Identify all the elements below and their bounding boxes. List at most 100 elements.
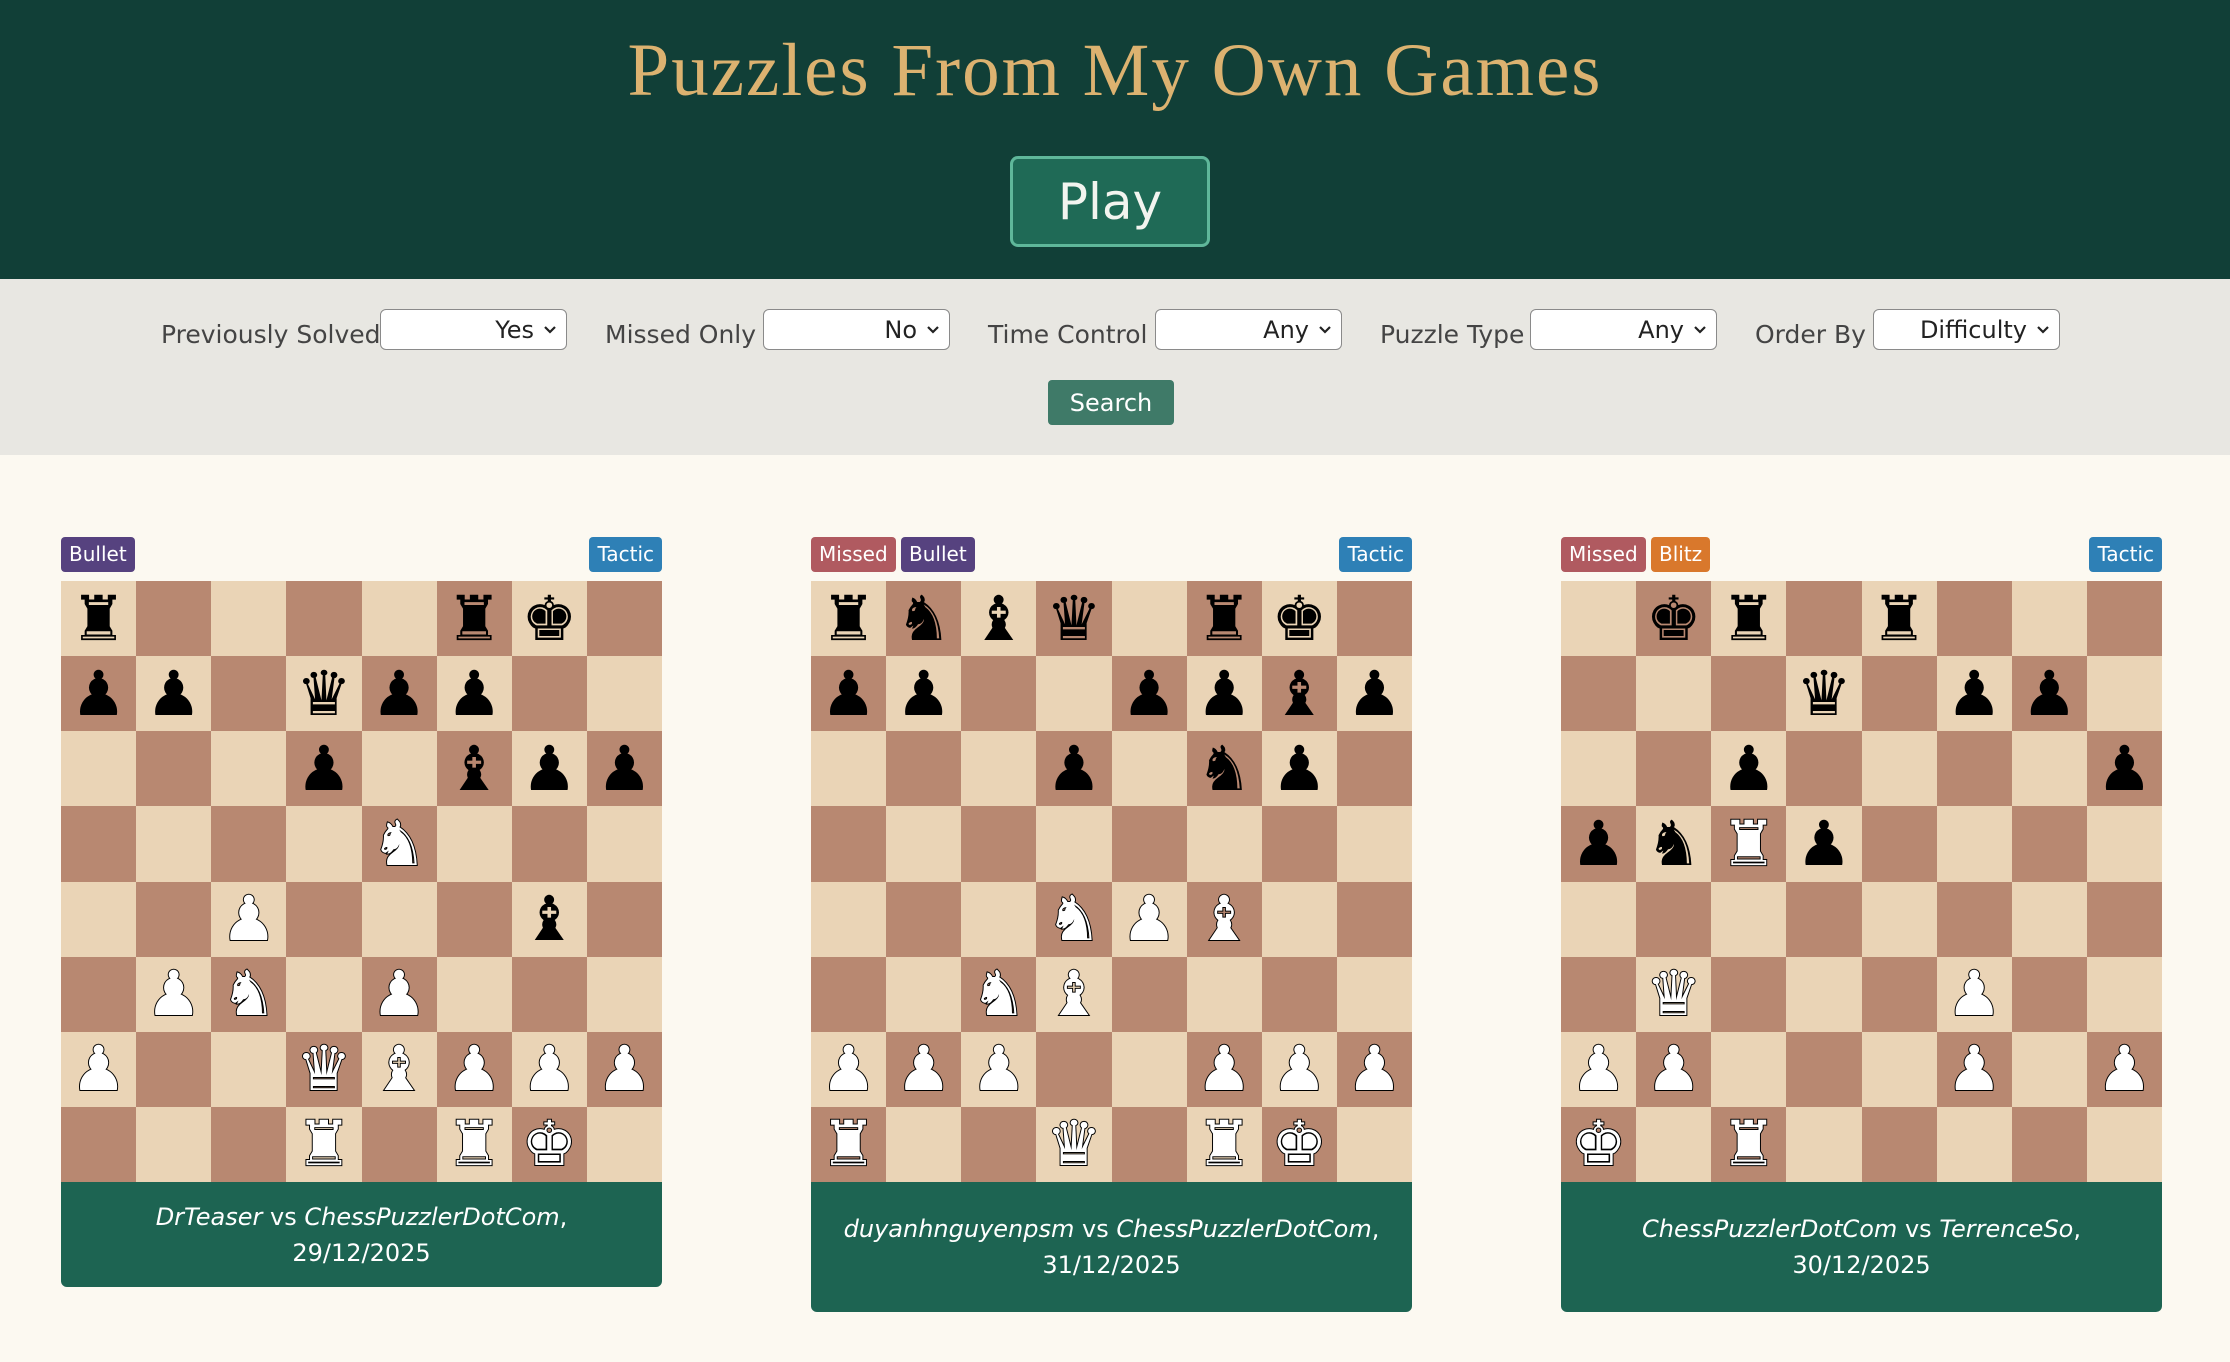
board-square[interactable]: ♟ [1936,956,2012,1032]
board-square[interactable] [2086,956,2162,1032]
board-square[interactable] [886,731,962,807]
board-square[interactable] [886,806,962,882]
board-square[interactable] [436,956,512,1032]
black-bishop-icon[interactable]: ♝ [522,888,578,950]
board-square[interactable]: ♜ [61,581,137,657]
board-square[interactable]: ♟ [286,731,362,807]
board-square[interactable] [1861,656,1937,732]
board-square[interactable] [1111,1106,1187,1182]
black-pawn-icon[interactable]: ♟ [71,662,127,725]
black-king-icon[interactable]: ♚ [1272,587,1328,650]
white-rook-icon[interactable]: ♜ [1720,1112,1778,1176]
board-square[interactable]: ♟ [811,1031,887,1107]
black-pawn-icon[interactable]: ♟ [896,662,952,725]
board-square[interactable]: ♝ [361,1031,437,1107]
board-square[interactable]: ♟ [586,731,662,807]
board-square[interactable] [1636,731,1712,807]
black-rook-icon[interactable]: ♜ [1721,587,1777,650]
board-square[interactable]: ♜ [1186,1106,1262,1182]
board-square[interactable]: ♟ [1636,1031,1712,1107]
white-bishop-icon[interactable]: ♝ [1045,962,1103,1026]
board-square[interactable] [211,1106,287,1182]
board-square[interactable]: ♟ [1936,656,2012,732]
board-square[interactable]: ♟ [361,656,437,732]
board-square[interactable]: ♝ [961,581,1037,657]
board-square[interactable]: ♜ [436,1106,512,1182]
board-square[interactable] [1786,956,1862,1032]
board-square[interactable] [1861,1031,1937,1107]
white-queen-icon[interactable]: ♛ [295,1037,353,1101]
white-knight-icon[interactable]: ♞ [1045,887,1103,951]
game-caption[interactable]: DrTeaser vs ChessPuzzlerDotCom, 29/12/20… [61,1182,662,1287]
board-square[interactable] [1861,806,1937,882]
white-pawn-icon[interactable]: ♟ [1195,1037,1253,1101]
board-square[interactable] [61,881,137,957]
board-square[interactable] [361,881,437,957]
black-pawn-icon[interactable]: ♟ [1046,737,1102,800]
board-square[interactable]: ♝ [436,731,512,807]
board-square[interactable] [511,656,587,732]
board-square[interactable] [1786,1031,1862,1107]
board-square[interactable] [361,1106,437,1182]
black-pawn-icon[interactable]: ♟ [597,737,653,800]
white-pawn-icon[interactable]: ♟ [1120,887,1178,951]
board-square[interactable]: ♛ [1786,656,1862,732]
black-king-icon[interactable]: ♚ [1646,587,1702,650]
board-square[interactable] [436,881,512,957]
board-square[interactable] [886,1106,962,1182]
board-square[interactable] [1111,1031,1187,1107]
board-square[interactable] [1336,881,1412,957]
board-square[interactable] [1261,956,1337,1032]
board-square[interactable] [1336,581,1412,657]
board-square[interactable] [136,806,212,882]
board-square[interactable]: ♜ [286,1106,362,1182]
search-button[interactable]: Search [1048,380,1174,425]
black-rook-icon[interactable]: ♜ [446,587,502,650]
board-square[interactable] [136,1031,212,1107]
board-square[interactable]: ♛ [286,656,362,732]
black-bishop-icon[interactable]: ♝ [971,587,1027,650]
black-rook-icon[interactable]: ♜ [1871,587,1927,650]
board-square[interactable] [211,581,287,657]
white-rook-icon[interactable]: ♜ [295,1112,353,1176]
white-bishop-icon[interactable]: ♝ [370,1037,428,1101]
board-square[interactable] [961,881,1037,957]
board-square[interactable] [1336,806,1412,882]
board-square[interactable]: ♜ [811,581,887,657]
board-square[interactable]: ♟ [1561,1031,1637,1107]
black-queen-icon[interactable]: ♛ [296,662,352,725]
board-square[interactable] [1111,806,1187,882]
time-control-select[interactable]: Any [1155,309,1342,350]
board-square[interactable]: ♟ [511,731,587,807]
board-square[interactable] [1561,956,1637,1032]
white-pawn-icon[interactable]: ♟ [1945,1037,2003,1101]
board-square[interactable]: ♟ [136,656,212,732]
board-square[interactable] [1561,881,1637,957]
board-square[interactable] [811,956,887,1032]
board-square[interactable]: ♝ [1186,881,1262,957]
black-pawn-icon[interactable]: ♟ [1347,662,1403,725]
board-square[interactable]: ♚ [1261,1106,1337,1182]
board-square[interactable] [1561,731,1637,807]
white-rook-icon[interactable]: ♜ [445,1112,503,1176]
board-square[interactable] [1936,1106,2012,1182]
board-square[interactable] [2086,1106,2162,1182]
board-square[interactable]: ♛ [1036,1106,1112,1182]
board-square[interactable] [211,1031,287,1107]
puzzle-type-select[interactable]: Any [1530,309,1717,350]
chess-board[interactable]: ♚ ♜ ♜ ♛ ♟ ♟ ♟ ♟ ♟ ♞ ♜ ♟ ♛ ♟ ♟ ♟ ♟ ♟ ♚ ♜ [1561,581,2162,1182]
black-knight-icon[interactable]: ♞ [896,587,952,650]
board-square[interactable] [1036,806,1112,882]
board-square[interactable] [2011,581,2087,657]
board-square[interactable]: ♟ [1336,656,1412,732]
board-square[interactable]: ♟ [811,656,887,732]
board-square[interactable] [586,956,662,1032]
board-square[interactable] [886,956,962,1032]
board-square[interactable]: ♟ [1936,1031,2012,1107]
board-square[interactable] [1711,881,1787,957]
board-square[interactable]: ♝ [1261,656,1337,732]
board-square[interactable] [1186,956,1262,1032]
board-square[interactable]: ♟ [886,656,962,732]
black-pawn-icon[interactable]: ♟ [2022,662,2078,725]
board-square[interactable] [1861,731,1937,807]
